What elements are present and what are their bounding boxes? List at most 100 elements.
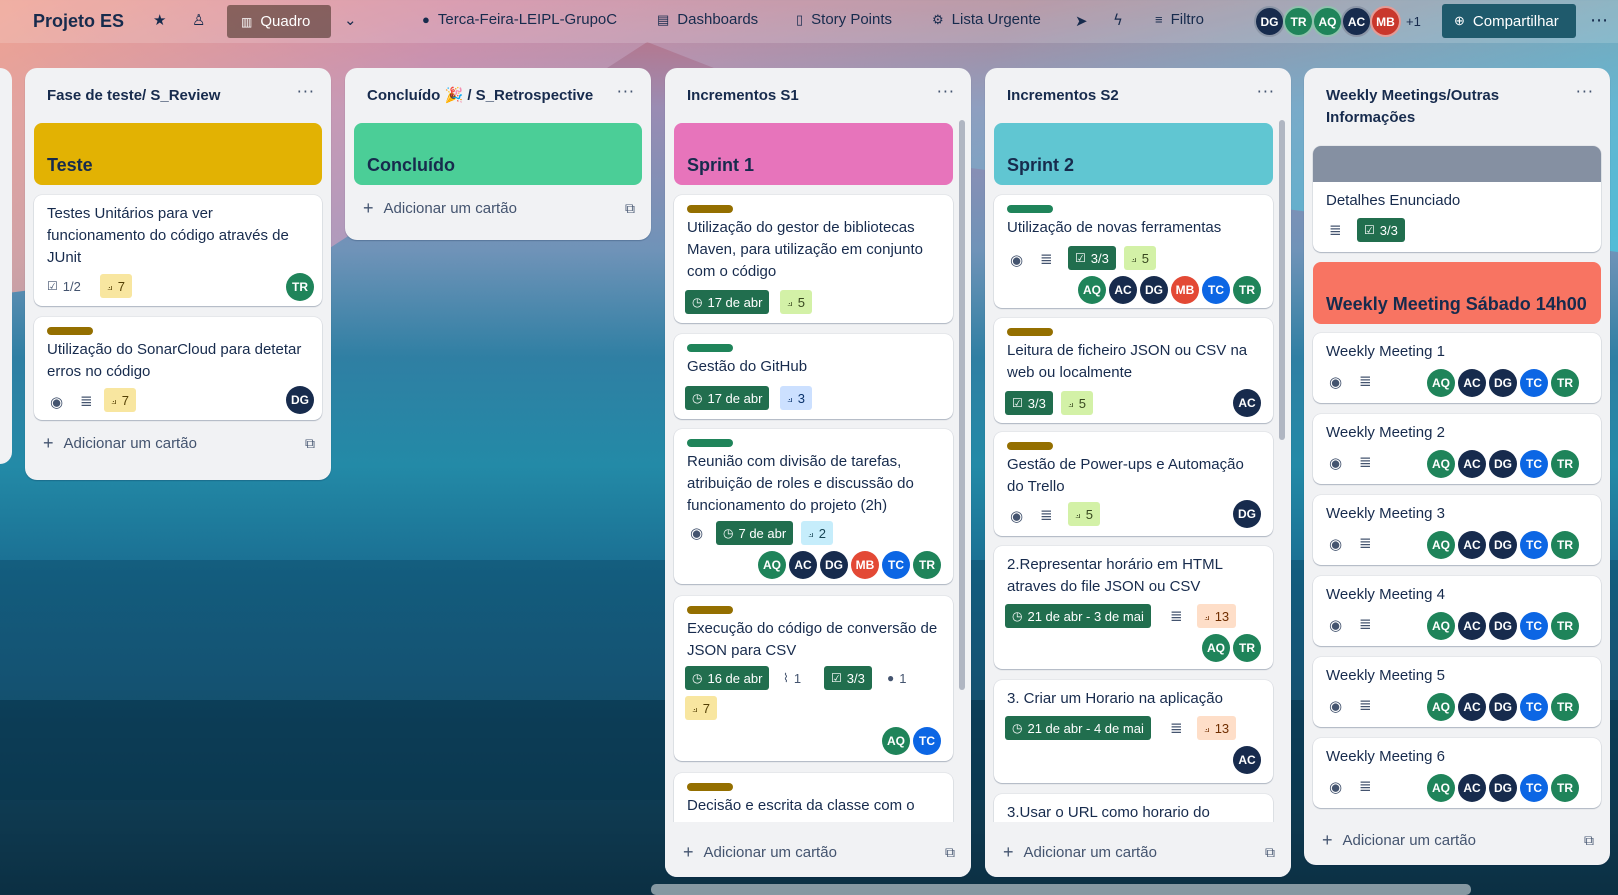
list-title[interactable]: Incrementos S2 xyxy=(1007,85,1247,107)
card-member-avatar[interactable]: TC xyxy=(1520,693,1548,721)
member-avatar[interactable]: TR xyxy=(1283,6,1314,37)
cover-card[interactable]: Weekly Meeting Sábado 14h00 xyxy=(1313,262,1601,324)
cover-card[interactable]: Concluído xyxy=(354,123,642,185)
list-scrollbar[interactable] xyxy=(959,120,965,690)
card-member-avatar[interactable]: AC xyxy=(789,551,817,579)
card-member-avatar[interactable]: AQ xyxy=(1427,612,1455,640)
card-member-avatar[interactable]: AC xyxy=(1109,276,1137,304)
card-member-avatar[interactable]: TC xyxy=(1520,531,1548,559)
card-member-avatar[interactable]: AQ xyxy=(758,551,786,579)
due-date-badge[interactable]: ◷ 21 de abr - 4 de mai xyxy=(1005,716,1151,740)
card-member-avatar[interactable]: MB xyxy=(1171,276,1199,304)
card-member-avatar[interactable]: TR xyxy=(1233,276,1261,304)
create-from-template-icon[interactable]: ⧉ xyxy=(945,845,955,861)
create-from-template-icon[interactable]: ⧉ xyxy=(1265,845,1275,861)
card-label-yellow[interactable] xyxy=(47,327,93,335)
card-member-avatar[interactable]: MB xyxy=(851,551,879,579)
cover-card[interactable]: Teste xyxy=(34,123,322,185)
card-label-yellow[interactable] xyxy=(1007,442,1053,450)
card[interactable]: Weekly Meeting 6 ◉ ≣ AQ AC DG TC TR xyxy=(1313,738,1601,808)
card[interactable]: Weekly Meeting 4 ◉ ≣ AQ AC DG TC TR xyxy=(1313,576,1601,646)
card-member-avatar[interactable]: DG xyxy=(1489,612,1517,640)
card-member-avatar[interactable]: AC xyxy=(1458,450,1486,478)
card-member-avatar[interactable]: DG xyxy=(1489,531,1517,559)
card[interactable]: Utilização do gestor de bibliotecas Mave… xyxy=(674,195,953,323)
powerup-story-points[interactable]: ▯ Story Points xyxy=(796,11,892,28)
card[interactable]: Execução do código de conversão de JSON … xyxy=(674,596,953,761)
board-horizontal-scrollbar[interactable] xyxy=(651,884,1471,895)
due-date-badge[interactable]: ◷ 7 de abr xyxy=(716,521,794,545)
list-scrollbar[interactable] xyxy=(1279,120,1285,440)
card[interactable]: Utilização do SonarCloud para detetar er… xyxy=(34,317,322,420)
automation-bolt-icon[interactable]: ϟ xyxy=(1113,11,1123,29)
card-member-avatar[interactable]: TC xyxy=(1520,369,1548,397)
list-title[interactable]: Incrementos S1 xyxy=(687,85,927,107)
due-date-badge[interactable]: ◷ 16 de abr xyxy=(685,666,770,690)
add-card-button[interactable]: + Adicionar um cartão xyxy=(683,842,837,863)
card-member-avatar[interactable]: TR xyxy=(1551,774,1579,802)
star-icon[interactable]: ★ xyxy=(153,11,166,29)
card[interactable]: Weekly Meeting 3 ◉ ≣ AQ AC DG TC TR xyxy=(1313,495,1601,565)
card[interactable]: Leitura de ficheiro JSON ou CSV na web o… xyxy=(994,318,1273,423)
add-card-button[interactable]: + Adicionar um cartão xyxy=(363,198,517,219)
add-card-button[interactable]: + Adicionar um cartão xyxy=(43,433,197,454)
card-member-avatar[interactable]: TR xyxy=(1551,693,1579,721)
card-member-avatar[interactable]: TR xyxy=(1551,450,1579,478)
due-date-badge[interactable]: ◷ 17 de abr xyxy=(685,290,770,314)
card[interactable]: Utilização de novas ferramentas ◉ ≣ ☑ 3/3… xyxy=(994,195,1273,308)
card-member-avatar[interactable]: DG xyxy=(1489,693,1517,721)
card-member-avatar[interactable]: DG xyxy=(820,551,848,579)
card-member-avatar[interactable]: AQ xyxy=(1427,450,1455,478)
card[interactable]: Gestão do GitHub ◷ 17 de abr ⟓ 3 xyxy=(674,334,953,419)
card[interactable]: Gestão de Power-ups e Automação do Trell… xyxy=(994,432,1273,536)
card-member-avatar[interactable]: DG xyxy=(1140,276,1168,304)
card-label-yellow[interactable] xyxy=(687,606,733,614)
card-member-avatar[interactable]: TR xyxy=(1551,612,1579,640)
card-member-avatar[interactable]: AQ xyxy=(1078,276,1106,304)
create-from-template-icon[interactable]: ⧉ xyxy=(305,436,315,452)
view-switcher-button[interactable]: ▥ Quadro xyxy=(227,5,331,38)
card-member-avatar[interactable]: DG xyxy=(1233,500,1261,528)
card-member-avatar[interactable]: TR xyxy=(286,273,314,301)
card-member-avatar[interactable]: TC xyxy=(1520,612,1548,640)
send-icon[interactable]: ➤ xyxy=(1075,12,1088,30)
card[interactable]: 3. Criar um Horario na aplicação ◷ 21 de … xyxy=(994,680,1273,783)
card-member-avatar[interactable]: TR xyxy=(1233,634,1261,662)
card-member-avatar[interactable]: TC xyxy=(882,551,910,579)
card-member-avatar[interactable]: TR xyxy=(1551,531,1579,559)
member-avatar[interactable]: MB xyxy=(1370,6,1401,37)
card-member-avatar[interactable]: AC xyxy=(1458,612,1486,640)
powerup-github[interactable]: ● Terca-Feira-LEIPL-GrupoC xyxy=(422,11,617,28)
card-label-yellow[interactable] xyxy=(1007,328,1053,336)
card[interactable]: Weekly Meeting 2 ◉ ≣ AQ AC DG TC TR xyxy=(1313,414,1601,484)
card-label-yellow[interactable] xyxy=(687,783,733,791)
powerup-dashboards[interactable]: ▤ Dashboards xyxy=(657,11,758,28)
list-menu-icon[interactable]: ··· xyxy=(617,82,635,101)
card-member-avatar[interactable]: TC xyxy=(1202,276,1230,304)
card-member-avatar[interactable]: TR xyxy=(913,551,941,579)
list-title[interactable]: Concluído 🎉 / S_Retrospective xyxy=(367,85,607,107)
share-button[interactable]: ⊕ Compartilhar xyxy=(1442,4,1576,38)
card-member-avatar[interactable]: AC xyxy=(1458,774,1486,802)
card-label-green[interactable] xyxy=(687,344,733,352)
card-member-avatar[interactable]: AQ xyxy=(1427,369,1455,397)
list-menu-icon[interactable]: ··· xyxy=(937,82,955,101)
add-card-button[interactable]: + Adicionar um cartão xyxy=(1003,842,1157,863)
member-avatar[interactable]: AQ xyxy=(1312,6,1343,37)
card-member-avatar[interactable]: AC xyxy=(1233,746,1261,774)
card-member-avatar[interactable]: AQ xyxy=(1427,531,1455,559)
card-member-avatar[interactable]: AC xyxy=(1458,693,1486,721)
add-card-button[interactable]: + Adicionar um cartão xyxy=(1322,830,1476,851)
due-date-badge[interactable]: ◷ 21 de abr - 3 de mai xyxy=(1005,604,1151,628)
member-avatar[interactable]: DG xyxy=(1254,6,1285,37)
member-avatar[interactable]: AC xyxy=(1341,6,1372,37)
card[interactable]: Testes Unitários para ver funcionamento … xyxy=(34,195,322,306)
chevron-down-icon[interactable]: ⌄ xyxy=(344,11,357,29)
due-date-badge[interactable]: ◷ 17 de abr xyxy=(685,386,770,410)
powerup-lista-urgente[interactable]: ⚙ Lista Urgente xyxy=(932,11,1041,28)
card-member-avatar[interactable]: AQ xyxy=(882,727,910,755)
card-member-avatar[interactable]: AC xyxy=(1458,369,1486,397)
card[interactable]: Reunião com divisão de tarefas, atribuiç… xyxy=(674,429,953,584)
cover-card[interactable]: Sprint 1 xyxy=(674,123,953,185)
create-from-template-icon[interactable]: ⧉ xyxy=(1584,833,1594,849)
